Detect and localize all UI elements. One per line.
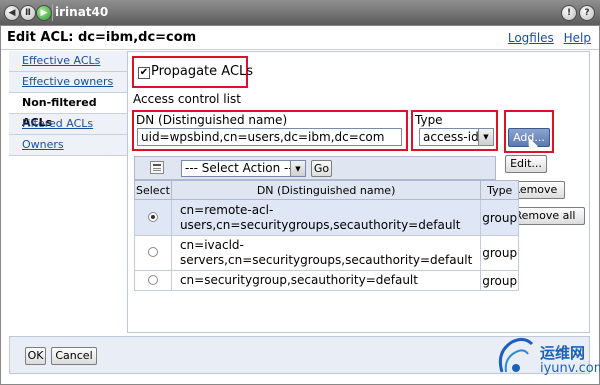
help-icon[interactable]: ? bbox=[579, 5, 595, 21]
type-label: Type bbox=[415, 113, 443, 127]
nav-item-effective-owners[interactable]: Effective owners bbox=[9, 72, 127, 93]
table-row[interactable]: cn=securitygroup,secauthority=default gr… bbox=[134, 270, 520, 291]
back-icon[interactable]: ◀ bbox=[4, 5, 20, 21]
logfiles-link[interactable]: Logfiles bbox=[508, 31, 554, 45]
row-select-cell bbox=[134, 270, 172, 291]
col-dn-header[interactable]: DN (Distinguished name) bbox=[170, 180, 482, 200]
row-select-cell bbox=[134, 199, 172, 236]
row-dn-cell: cn=remote-acl-users,cn=securitygroups,se… bbox=[170, 199, 482, 236]
nav-item-non-filtered-acls[interactable]: Non-filtered ACLs bbox=[9, 93, 127, 129]
help-link[interactable]: Help bbox=[564, 31, 591, 45]
table-row[interactable]: cn=ivacld-servers,cn=securitygroups,seca… bbox=[134, 235, 520, 271]
ok-button[interactable]: OK bbox=[25, 347, 46, 365]
window-titlebar: ◀ Ⅱ ▶ irinat40 ! ? bbox=[0, 0, 600, 25]
col-type-header[interactable]: Type bbox=[480, 180, 520, 200]
chevron-down-icon: ▼ bbox=[290, 161, 305, 176]
edit-button[interactable]: Edit... bbox=[505, 155, 547, 173]
type-select-value: access-id bbox=[423, 130, 479, 144]
window-title: irinat40 bbox=[55, 5, 109, 19]
play-icon[interactable]: ▶ bbox=[36, 5, 52, 21]
page-title: Edit ACL: dc=ibm,dc=com bbox=[7, 30, 197, 45]
watermark-url: iyunv.com bbox=[540, 361, 600, 376]
row-dn-cell: cn=ivacld-servers,cn=securitygroups,seca… bbox=[170, 235, 482, 271]
titlebar-divider bbox=[52, 4, 53, 21]
go-button[interactable]: Go bbox=[311, 160, 332, 177]
table-toolbar: --- Select Action --- ▼ Go bbox=[134, 156, 496, 180]
action-select[interactable]: --- Select Action --- ▼ bbox=[181, 160, 306, 177]
row-select-cell bbox=[134, 235, 172, 271]
acl-section-label: Access control list bbox=[133, 92, 241, 106]
pause-icon[interactable]: Ⅱ bbox=[20, 5, 36, 21]
table-options-icon[interactable] bbox=[150, 161, 164, 174]
header-links: Logfiles Help bbox=[500, 31, 591, 45]
nav-item-effective-acls[interactable]: Effective ACLs bbox=[9, 51, 127, 72]
action-select-value: --- Select Action --- bbox=[185, 161, 298, 175]
propagate-checkbox[interactable]: ✔ bbox=[138, 67, 150, 79]
table-row[interactable]: cn=remote-acl-users,cn=securitygroups,se… bbox=[134, 199, 520, 236]
row-type-cell: group bbox=[480, 270, 520, 291]
row-radio[interactable] bbox=[147, 247, 158, 257]
row-radio[interactable] bbox=[147, 211, 158, 222]
row-radio[interactable] bbox=[147, 274, 158, 285]
propagate-label: Propagate ACLs bbox=[151, 64, 254, 79]
acl-table: Select DN (Distinguished name) Type cn=r… bbox=[134, 180, 520, 291]
left-nav: Effective ACLs Effective owners Non-filt… bbox=[9, 51, 127, 333]
watermark-logo-icon bbox=[498, 337, 534, 373]
table-header-row: Select DN (Distinguished name) Type bbox=[134, 180, 520, 200]
type-select[interactable]: access-id ▼ bbox=[419, 128, 494, 146]
dn-input[interactable] bbox=[137, 128, 402, 146]
chevron-down-icon: ▼ bbox=[478, 129, 493, 145]
dn-label: DN (Distinguished name) bbox=[136, 113, 288, 127]
page-header: Edit ACL: dc=ibm,dc=com Logfiles Help bbox=[1, 26, 599, 50]
row-type-cell: group bbox=[480, 199, 520, 236]
watermark-text: 运维网 bbox=[540, 344, 586, 362]
cancel-button[interactable]: Cancel bbox=[51, 347, 97, 365]
row-dn-cell: cn=securitygroup,secauthority=default bbox=[170, 270, 482, 291]
info-icon[interactable]: ! bbox=[561, 5, 577, 21]
nav-item-owners[interactable]: Owners bbox=[9, 135, 127, 156]
nav-item-filtered-acls[interactable]: Filtered ACLs bbox=[9, 114, 127, 135]
row-type-cell: group bbox=[480, 235, 520, 271]
col-select-header: Select bbox=[134, 180, 172, 200]
